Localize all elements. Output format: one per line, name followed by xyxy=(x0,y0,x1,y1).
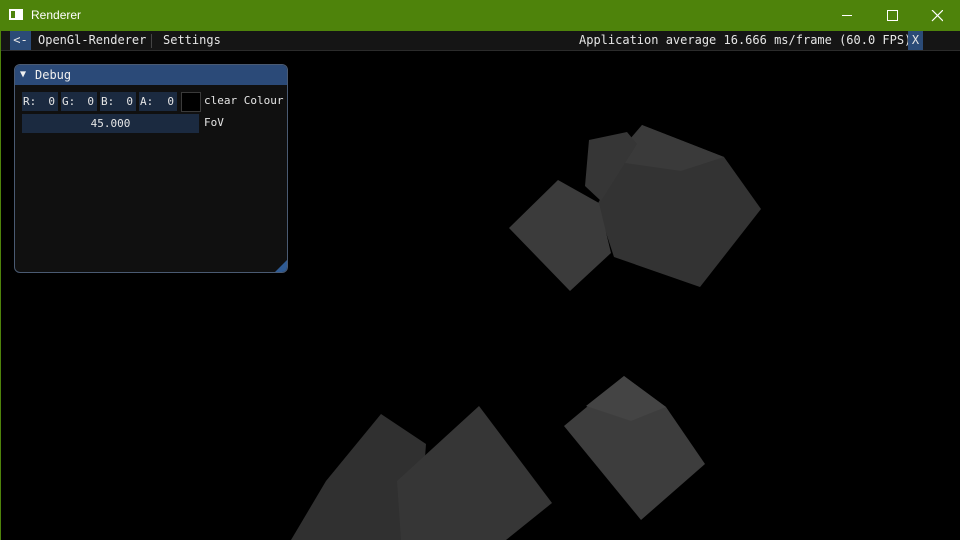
close-button[interactable] xyxy=(914,0,960,31)
b-value: 0 xyxy=(126,95,133,108)
menu-renderer[interactable]: OpenGl-Renderer xyxy=(38,31,146,50)
fov-slider[interactable]: 45.000 xyxy=(22,114,199,133)
clear-colour-label: clear Colour xyxy=(204,94,284,107)
fov-label: FoV xyxy=(204,116,224,129)
r-label: R: xyxy=(23,95,37,108)
clear-colour-swatch[interactable] xyxy=(181,92,201,112)
maximize-icon xyxy=(887,10,898,21)
maximize-button[interactable] xyxy=(869,0,915,31)
clear-colour-a-field[interactable]: A: 0 xyxy=(139,92,177,111)
r-value: 0 xyxy=(48,95,55,108)
cube-bottom-center xyxy=(397,406,552,540)
cube-bottom-right xyxy=(564,376,705,520)
back-button[interactable]: <- xyxy=(10,31,31,50)
debug-window-title: Debug xyxy=(35,68,72,82)
collapse-arrow-icon[interactable]: ▼ xyxy=(20,65,26,85)
window-title: Renderer xyxy=(31,8,82,22)
debug-window-header[interactable]: ▼ Debug xyxy=(15,65,287,85)
fps-readout: Application average 16.666 ms/frame (60.… xyxy=(579,33,912,47)
a-label: A: xyxy=(140,95,154,108)
a-value: 0 xyxy=(167,95,174,108)
main-menu-bar: <- OpenGl-Renderer Settings Application … xyxy=(1,31,960,51)
clear-colour-b-field[interactable]: B: 0 xyxy=(100,92,136,111)
resize-grip[interactable] xyxy=(275,260,287,272)
app-window-icon xyxy=(9,9,23,20)
menubar-close-button[interactable]: X xyxy=(908,31,923,50)
clear-colour-r-field[interactable]: R: 0 xyxy=(22,92,58,111)
minimize-icon xyxy=(842,15,852,16)
window-titlebar[interactable]: Renderer xyxy=(0,0,960,31)
cube-top-left xyxy=(509,180,611,291)
g-label: G: xyxy=(62,95,76,108)
close-icon xyxy=(931,10,943,22)
menu-separator xyxy=(151,34,152,48)
minimize-button[interactable] xyxy=(824,0,870,31)
menu-settings[interactable]: Settings xyxy=(163,31,221,50)
clear-colour-g-field[interactable]: G: 0 xyxy=(61,92,97,111)
g-value: 0 xyxy=(87,95,94,108)
debug-window[interactable]: ▼ Debug R: 0 G: 0 B: 0 A: 0 clear Colour… xyxy=(14,64,288,273)
b-label: B: xyxy=(101,95,115,108)
